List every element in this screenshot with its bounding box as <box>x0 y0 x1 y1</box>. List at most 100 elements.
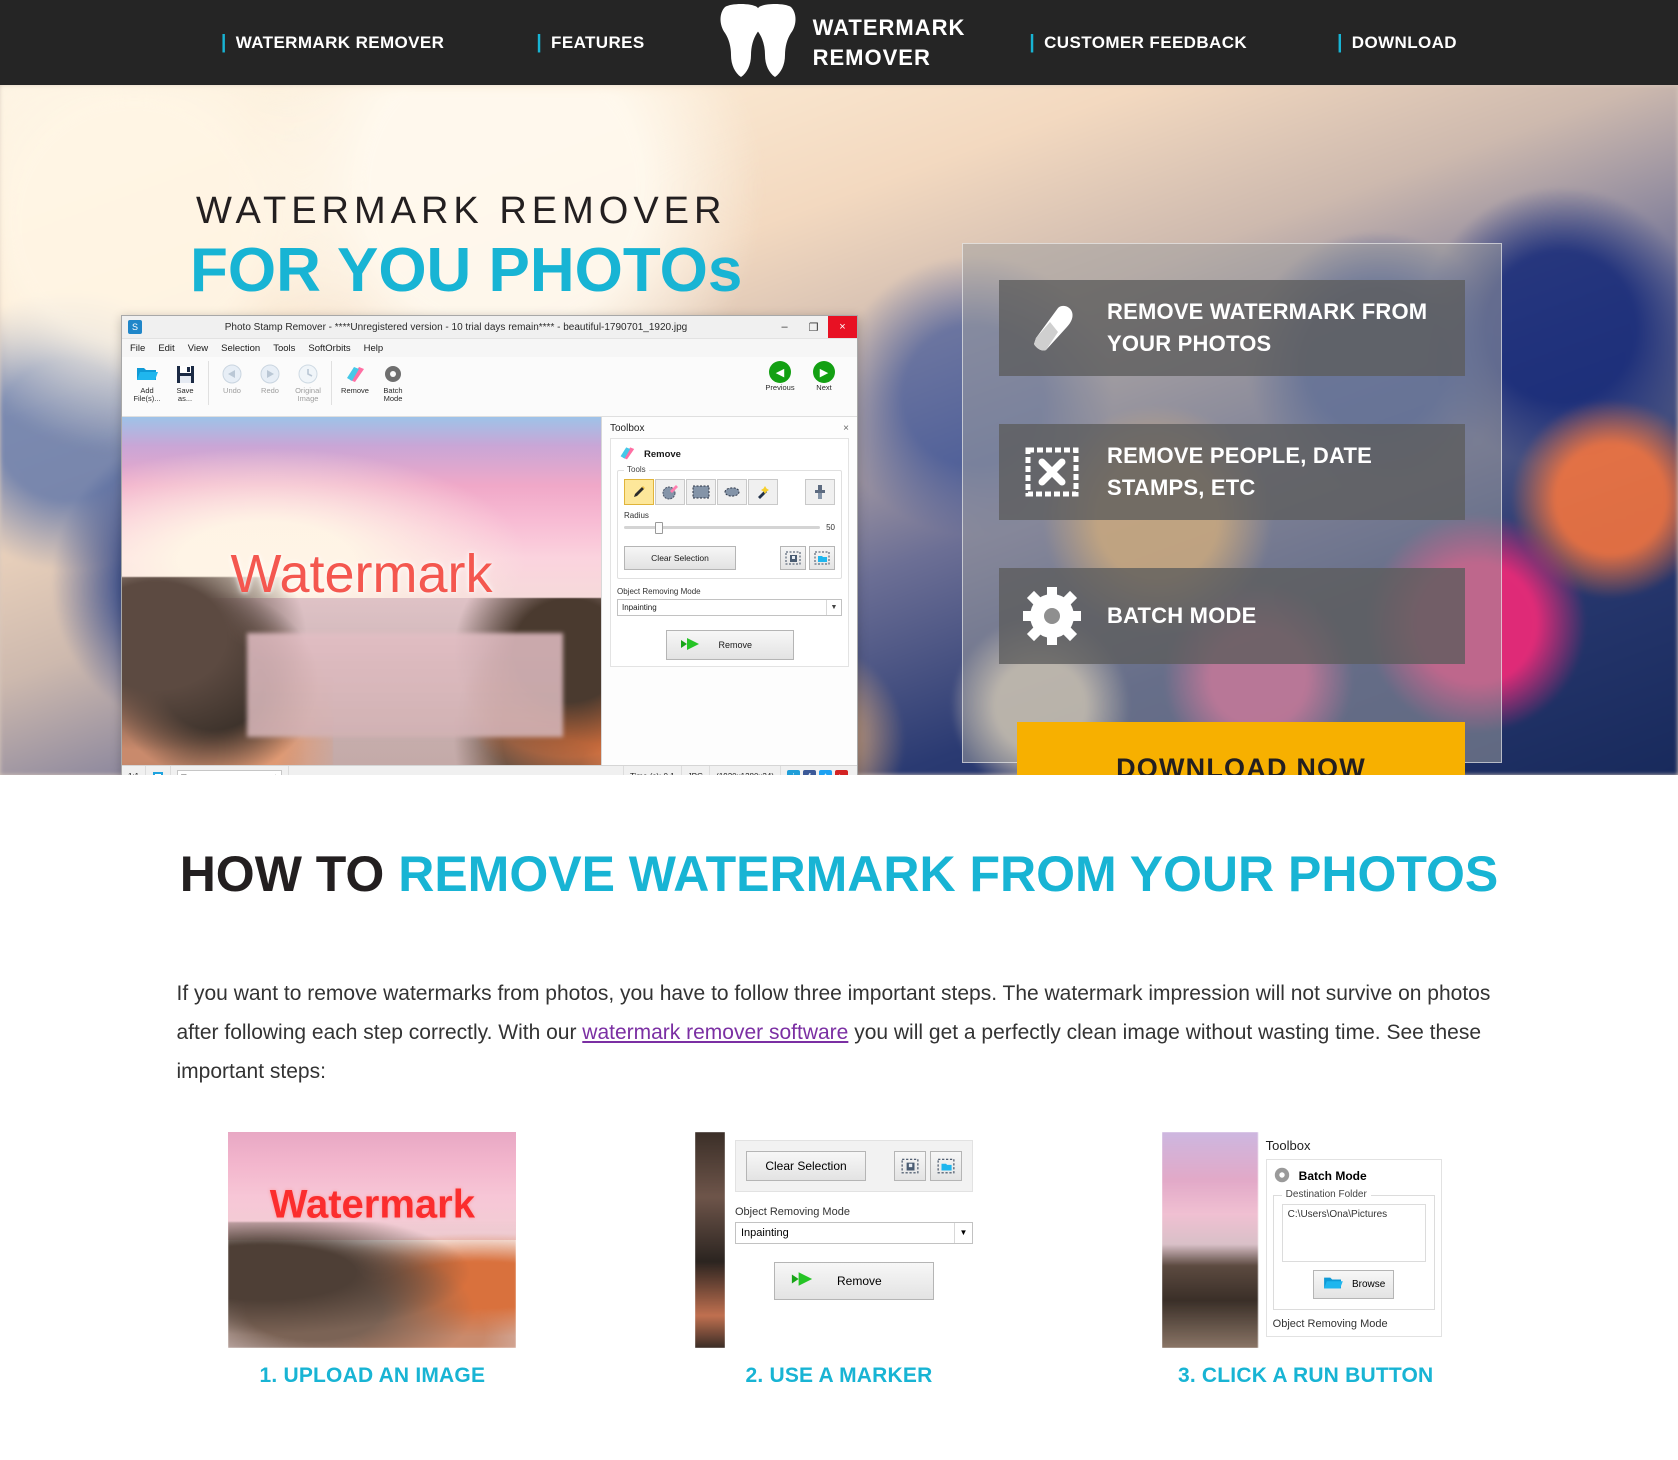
nav-label: CUSTOMER FEEDBACK <box>1044 32 1248 52</box>
rect-select-icon[interactable] <box>686 479 716 505</box>
howto-heading-black: HOW TO <box>179 846 399 902</box>
selection-icon-buttons <box>780 546 835 570</box>
clone-stamp-icon[interactable] <box>805 479 835 505</box>
remove-button-label: Remove <box>718 640 753 650</box>
canvas-water <box>246 632 563 738</box>
app-title: Photo Stamp Remover - ****Unregistered v… <box>224 321 688 333</box>
feature-row-remove-watermark[interactable]: REMOVE WATERMARK FROM YOUR PHOTOS <box>999 280 1465 376</box>
step-3-thumbnail[interactable]: Toolbox Batch Mode Destination Folder C:… <box>1161 1131 1450 1348</box>
fit-screen-icon[interactable] <box>146 766 172 775</box>
toolbar-add-files[interactable]: Add File(s)... <box>128 361 166 403</box>
status-social-icons: i f t ► <box>781 766 857 775</box>
toolbar-label-2: File(s)... <box>133 393 161 403</box>
step2-remove-button[interactable]: Remove <box>774 1261 934 1300</box>
step2-mode-select[interactable]: Inpainting ▼ <box>735 1221 973 1244</box>
toolbar-navigation-group: ◀ Previous ▶ Next <box>763 361 841 392</box>
magic-wand-icon[interactable] <box>748 479 778 505</box>
nav-item-watermark-remover[interactable]: | WATERMARK REMOVER <box>221 32 444 54</box>
menu-softorbits[interactable]: SoftOrbits <box>308 343 350 354</box>
load-selection-icon[interactable] <box>809 546 835 570</box>
save-selection-icon[interactable] <box>780 546 806 570</box>
toolbar-undo[interactable]: Undo <box>213 361 251 395</box>
step-2-thumbnail[interactable]: Clear Selection Object Removing Mode Inp… <box>695 1131 983 1348</box>
toolbox-panel: Toolbox × Remove Tools Radius 50 Clear S… <box>601 417 857 765</box>
nav-left-group: | WATERMARK REMOVER | FEATURES <box>221 32 645 54</box>
clear-selection-button[interactable]: Clear Selection <box>624 546 736 570</box>
open-folder-icon <box>136 361 158 387</box>
radius-slider-handle[interactable] <box>655 522 664 534</box>
stamp-x-icon <box>1021 446 1083 498</box>
nav-item-download[interactable]: | DOWNLOAD <box>1337 32 1457 54</box>
download-now-button[interactable]: DOWNLOAD NOW <box>1017 722 1465 775</box>
nav-pipe-icon: | <box>1337 31 1343 53</box>
step2-mode-label: Object Removing Mode <box>735 1205 850 1218</box>
browse-button[interactable]: Browse <box>1312 1269 1395 1299</box>
menu-tools[interactable]: Tools <box>273 343 295 354</box>
toolbar-label-2: Mode <box>383 393 403 403</box>
image-canvas[interactable]: Watermark <box>122 417 601 765</box>
lasso-select-icon[interactable] <box>717 479 747 505</box>
pencil-icon[interactable] <box>624 479 654 505</box>
app-icon: S <box>128 320 142 334</box>
toolbox-card: Remove Tools Radius 50 Clear Selection O… <box>610 438 849 667</box>
step3-toolbox-header: Toolbox <box>1265 1137 1311 1153</box>
step3-panel-title: Batch Mode <box>1298 1169 1367 1184</box>
hero-title-line-2: FOR YOU PHOTOs <box>190 236 743 305</box>
close-button[interactable]: × <box>828 316 857 338</box>
brush-icon[interactable] <box>655 479 685 505</box>
step2-clear-selection-button[interactable]: Clear Selection <box>746 1150 866 1181</box>
menu-file[interactable]: File <box>130 343 145 354</box>
chevron-down-icon: ▼ <box>954 1222 972 1243</box>
toolbar-next[interactable]: ▶ Next <box>807 361 841 392</box>
save-selection-icon[interactable] <box>894 1150 926 1181</box>
maximize-button[interactable]: ❐ <box>799 316 828 338</box>
toolbox-close-icon[interactable]: × <box>843 423 849 434</box>
minimize-button[interactable]: – <box>770 316 799 338</box>
howto-steps: Watermark 1. UPLOAD AN IMAGE Clear Selec… <box>139 1131 1539 1388</box>
app-statusbar: 1:1 ▽△ Time (s): 0.1 JPG (1920x1280x24) … <box>122 765 857 775</box>
hero-feature-panel: REMOVE WATERMARK FROM YOUR PHOTOS REMOVE… <box>962 243 1502 763</box>
object-removing-mode-select[interactable]: Inpainting ▼ <box>617 599 842 616</box>
undo-arrow-icon <box>222 361 242 387</box>
menu-edit[interactable]: Edit <box>158 343 174 354</box>
green-arrow-icon <box>679 636 701 654</box>
nav-item-features[interactable]: | FEATURES <box>536 32 644 54</box>
app-menubar: File Edit View Selection Tools SoftOrbit… <box>122 339 857 357</box>
toolbar-save-as[interactable]: Save as... <box>166 361 204 403</box>
toolbar-redo[interactable]: Redo <box>251 361 289 395</box>
step-1-thumbnail[interactable]: Watermark <box>228 1131 517 1348</box>
menu-selection[interactable]: Selection <box>221 343 260 354</box>
toolbox-panel-title: Remove <box>644 449 681 460</box>
tools-legend: Tools <box>624 465 649 474</box>
menu-help[interactable]: Help <box>364 343 384 354</box>
nav-label: FEATURES <box>551 32 645 52</box>
app-body: Watermark Toolbox × Remove Tools Radius … <box>122 417 857 765</box>
gear-icon <box>1273 1166 1291 1187</box>
status-zoom-slider[interactable]: ▽△ <box>171 766 290 775</box>
watermark-remover-software-link[interactable]: watermark remover software <box>582 1021 848 1044</box>
step-2-caption: 2. USE A MARKER <box>745 1363 933 1387</box>
menu-view[interactable]: View <box>188 343 208 354</box>
brand-logo-group[interactable]: WATERMARK REMOVER <box>715 3 966 83</box>
step-use-a-marker: Clear Selection Object Removing Mode Inp… <box>606 1131 1073 1388</box>
destination-folder-path[interactable]: C:\Users\Ona\Pictures <box>1281 1203 1426 1262</box>
howto-heading-cyan: REMOVE WATERMARK FROM YOUR PHOTOS <box>398 846 1499 902</box>
status-zoom[interactable]: 1:1 <box>122 766 147 775</box>
toolbar-original-image[interactable]: Original Image <box>289 361 327 403</box>
toolbar-remove[interactable]: Remove <box>336 361 374 395</box>
app-window-screenshot: S Photo Stamp Remover - ****Unregistered… <box>121 315 858 775</box>
load-selection-icon[interactable] <box>930 1150 962 1181</box>
eraser-icon <box>617 445 637 464</box>
feature-row-remove-people[interactable]: REMOVE PEOPLE, DATE STAMPS, ETC <box>999 424 1465 520</box>
selection-buttons-row: Clear Selection <box>624 546 835 570</box>
toolbar-previous[interactable]: ◀ Previous <box>763 361 797 392</box>
destination-folder-legend: Destination Folder <box>1281 1188 1371 1200</box>
radius-slider[interactable] <box>624 522 821 534</box>
eraser-icon <box>1021 300 1083 356</box>
feature-row-batch-mode[interactable]: BATCH MODE <box>999 568 1465 664</box>
toolbox-header: Toolbox × <box>610 423 849 434</box>
thumb-watermark-text: Watermark <box>269 1182 475 1227</box>
toolbar-batch-mode[interactable]: Batch Mode <box>374 361 412 403</box>
nav-item-customer-feedback[interactable]: | CUSTOMER FEEDBACK <box>1029 32 1247 54</box>
remove-button[interactable]: Remove <box>665 630 794 660</box>
